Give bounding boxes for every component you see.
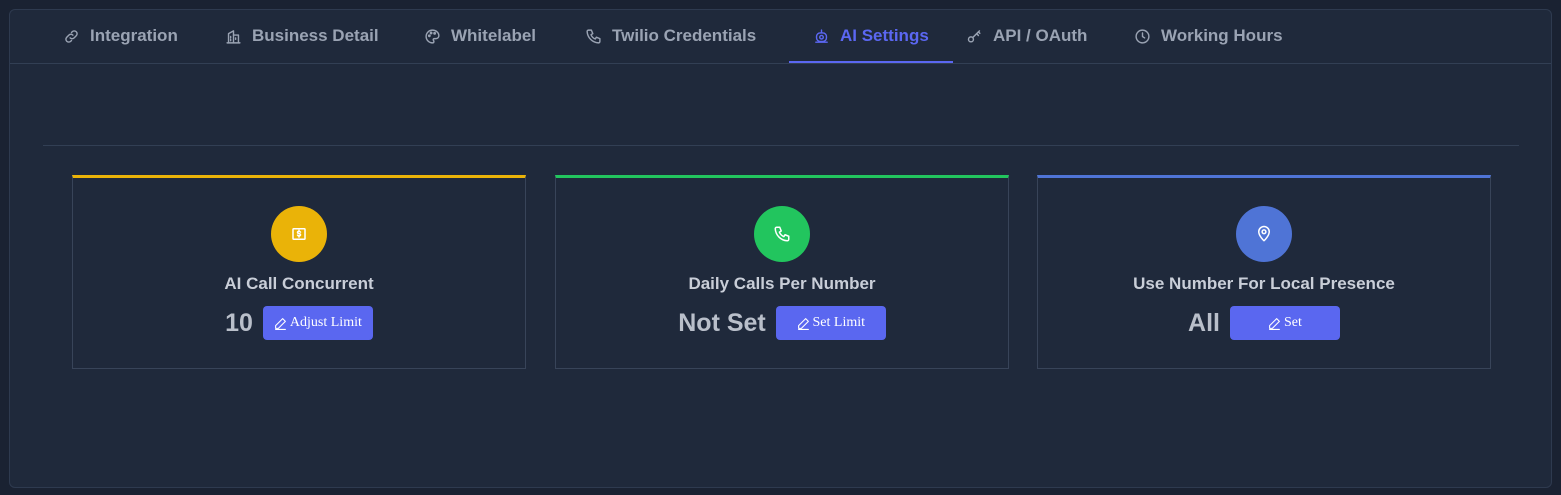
tab-business-detail[interactable]: Business Detail	[225, 10, 379, 62]
card-value: 10	[225, 308, 253, 337]
location-pin-icon	[1258, 225, 1270, 242]
card-value-row: All Set	[1188, 306, 1340, 340]
tab-label: Integration	[90, 26, 178, 45]
pencil-icon	[1269, 317, 1280, 330]
phone-icon-badge	[754, 206, 810, 262]
tab-ai-settings[interactable]: AI Settings	[789, 10, 953, 63]
phone-icon	[774, 226, 790, 242]
link-icon	[65, 29, 78, 43]
tab-twilio-credentials[interactable]: Twilio Credentials	[585, 10, 756, 62]
card-value-row: Not Set Set Limit	[678, 306, 886, 340]
card-value: Not Set	[678, 308, 766, 337]
section-divider	[43, 145, 1519, 146]
pencil-icon	[275, 317, 286, 330]
ai-call-concurrent-card: AI Call Concurrent 10 Adjust Limit	[72, 175, 526, 369]
phone-icon	[586, 28, 601, 44]
card-value: All	[1188, 308, 1220, 337]
location-pin-icon-badge	[1236, 206, 1292, 262]
tab-api-oauth[interactable]: API / OAuth	[966, 10, 1087, 62]
settings-panel: Integration Business Detail Whitelabel T…	[9, 9, 1552, 488]
tab-label: Twilio Credentials	[612, 26, 757, 45]
set-button[interactable]: Set	[1229, 306, 1340, 340]
key-icon	[967, 29, 981, 43]
button-label: Set	[1284, 315, 1302, 330]
button-label: Adjust Limit	[289, 315, 362, 330]
button-label: Set Limit	[812, 315, 866, 330]
money-icon-badge	[271, 206, 327, 262]
robot-icon	[815, 28, 828, 43]
tab-integration[interactable]: Integration	[63, 10, 178, 62]
card-title: Daily Calls Per Number	[688, 274, 876, 293]
money-icon	[292, 228, 306, 240]
card-value-row: 10 Adjust Limit	[225, 306, 373, 340]
local-presence-card: Use Number For Local Presence All Set	[1037, 175, 1491, 369]
tab-label: Working Hours	[1161, 26, 1283, 45]
tab-whitelabel[interactable]: Whitelabel	[424, 10, 536, 62]
adjust-limit-button[interactable]: Adjust Limit	[262, 306, 373, 340]
building-icon	[226, 29, 241, 44]
card-title: AI Call Concurrent	[224, 274, 374, 293]
tab-label: Business Detail	[252, 26, 379, 45]
pencil-icon	[797, 317, 809, 330]
set-limit-button[interactable]: Set Limit	[775, 306, 886, 340]
tab-label: API / OAuth	[993, 26, 1088, 45]
clock-icon	[1135, 28, 1150, 44]
daily-calls-per-number-card: Daily Calls Per Number Not Set Set Limit	[555, 175, 1009, 369]
tab-working-hours[interactable]: Working Hours	[1134, 10, 1283, 62]
tab-label: Whitelabel	[451, 26, 537, 45]
palette-icon	[425, 28, 440, 44]
card-title: Use Number For Local Presence	[1133, 274, 1395, 293]
tab-label: AI Settings	[840, 26, 929, 45]
settings-tab-bar: Integration Business Detail Whitelabel T…	[10, 10, 1551, 64]
